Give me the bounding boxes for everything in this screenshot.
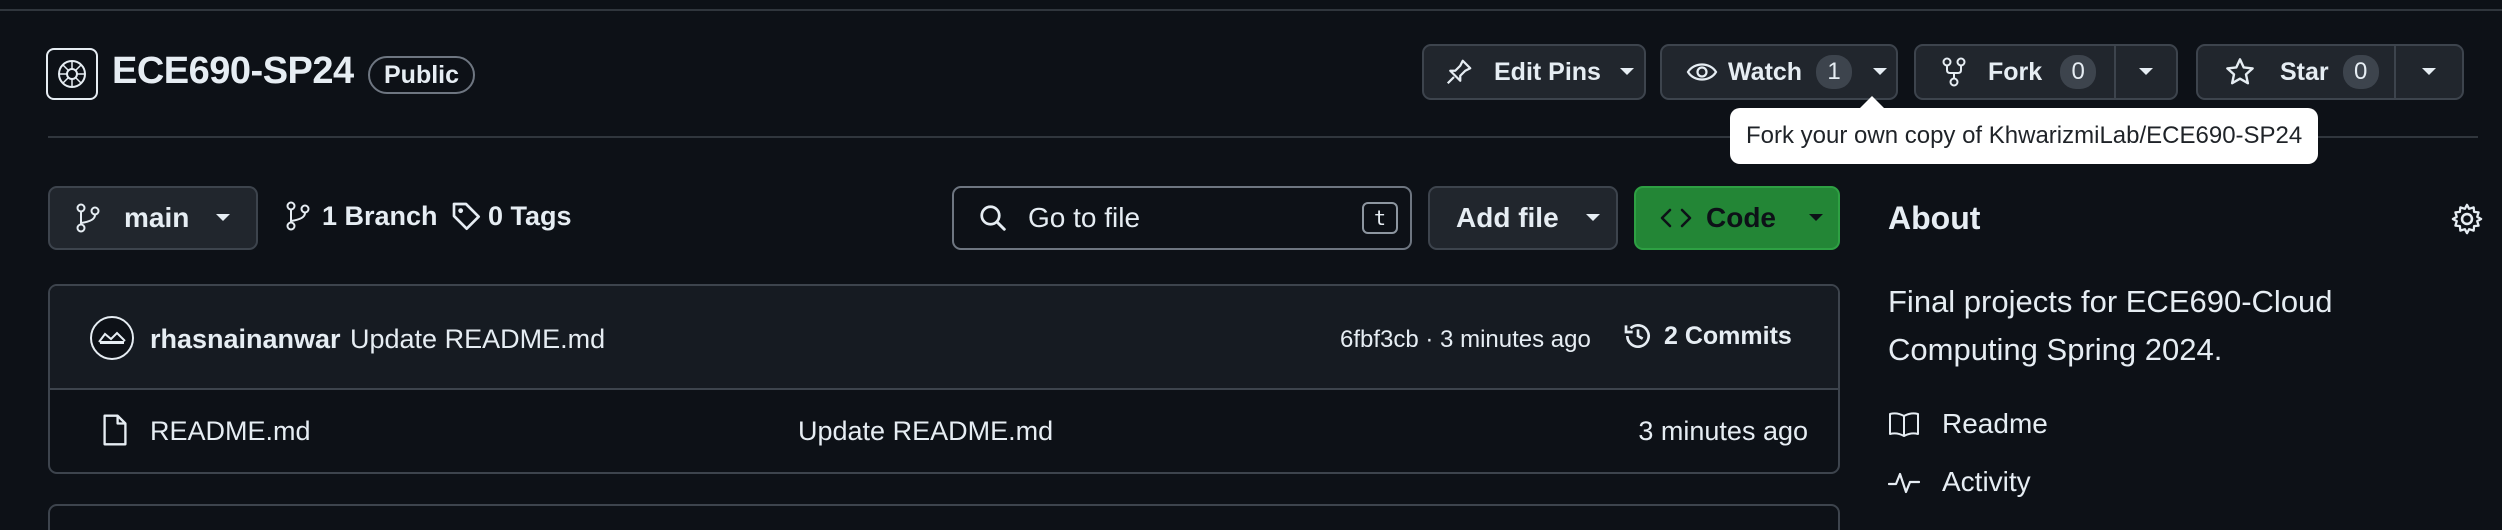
readme-label: Readme (1942, 408, 2048, 439)
star-label: Star (2280, 57, 2329, 86)
fork-count: 0 (2060, 55, 2097, 89)
chevron-down-icon (1585, 214, 1600, 221)
pulse-icon (1888, 472, 1920, 494)
fork-dropdown-button[interactable] (2114, 44, 2178, 100)
activity-label: Activity (1942, 466, 2031, 497)
add-file-label: Add file (1456, 202, 1559, 233)
branches-link[interactable]: 1 Branch (286, 200, 438, 232)
readme-link[interactable]: Readme (1888, 408, 2048, 440)
chevron-down-icon (1809, 214, 1823, 221)
chevron-down-icon (1619, 68, 1634, 75)
commit-message[interactable]: Update README.md (350, 324, 605, 355)
git-branch-icon (286, 201, 310, 231)
git-branch-icon (76, 203, 100, 233)
fork-button[interactable]: Fork 0 (1914, 44, 2116, 100)
visibility-badge: Public (368, 56, 476, 94)
pin-icon (1446, 59, 1472, 85)
search-placeholder: Go to file (1028, 202, 1141, 233)
top-border (0, 9, 2502, 11)
code-button[interactable]: Code (1634, 186, 1840, 250)
file-name[interactable]: README.md (150, 416, 311, 447)
readme-panel (48, 504, 1840, 530)
commit-meta[interactable]: 6fbf3cb · 3 minutes ago (1340, 326, 1591, 354)
branches-count: 1 Branch (322, 200, 438, 231)
tags-link[interactable]: 0 Tags (450, 200, 572, 232)
code-icon (1660, 208, 1692, 228)
eye-icon (1686, 63, 1718, 81)
watch-button[interactable]: Watch 1 (1660, 44, 1898, 100)
avatar-image-icon (98, 331, 126, 344)
repo-name[interactable]: ECE690-SP24 (112, 50, 354, 93)
file-time: 3 minutes ago (1638, 416, 1808, 446)
file-row[interactable]: README.md Update README.md 3 minutes ago (50, 390, 1838, 472)
branch-selector[interactable]: main (48, 186, 258, 250)
org-logo-icon (58, 60, 86, 88)
history-icon (1624, 324, 1650, 348)
star-dropdown-button[interactable] (2394, 44, 2464, 100)
edit-pins-label: Edit Pins (1494, 57, 1601, 86)
fork-label: Fork (1988, 57, 2043, 86)
tags-count: 0 Tags (488, 200, 572, 231)
commit-author[interactable]: rhasnainanwar (150, 324, 341, 355)
chevron-down-icon (2139, 68, 2153, 75)
search-icon (980, 205, 1006, 231)
chevron-down-icon (2422, 68, 2436, 75)
tag-icon (452, 202, 480, 230)
add-file-button[interactable]: Add file (1428, 186, 1618, 250)
commits-link[interactable]: 2 Commits (1622, 320, 1792, 352)
star-icon (2226, 58, 2254, 85)
commits-count: 2 Commits (1664, 321, 1792, 350)
watch-count: 1 (1816, 55, 1853, 89)
branch-name: main (124, 202, 190, 233)
edit-pins-button[interactable]: Edit Pins (1422, 44, 1646, 100)
book-icon (1889, 412, 1919, 437)
latest-commit-row: rhasnainanwar Update README.md 6fbf3cb ·… (50, 286, 1838, 390)
activity-link[interactable]: Activity (1888, 466, 2031, 498)
star-button[interactable]: Star 0 (2196, 44, 2396, 100)
code-label: Code (1706, 202, 1776, 233)
about-heading: About (1888, 200, 1981, 236)
file-table: rhasnainanwar Update README.md 6fbf3cb ·… (48, 284, 1840, 474)
go-to-file-input[interactable]: Go to file t (952, 186, 1412, 250)
shortcut-key: t (1362, 202, 1398, 234)
fork-tooltip: Fork your own copy of KhwarizmiLab/ECE69… (1730, 96, 2319, 164)
star-count: 0 (2342, 55, 2379, 89)
fork-icon (1942, 57, 1966, 87)
about-description: Final projects for ECE690-Cloud Computin… (1888, 284, 2333, 367)
chevron-down-icon (1873, 68, 1888, 75)
gear-icon[interactable] (2450, 202, 2484, 236)
author-avatar[interactable] (90, 316, 134, 360)
file-icon (103, 414, 127, 446)
file-commit-message[interactable]: Update README.md (798, 416, 1053, 447)
chevron-down-icon (216, 214, 231, 221)
repo-owner-avatar[interactable] (46, 48, 98, 100)
watch-label: Watch (1728, 57, 1803, 86)
